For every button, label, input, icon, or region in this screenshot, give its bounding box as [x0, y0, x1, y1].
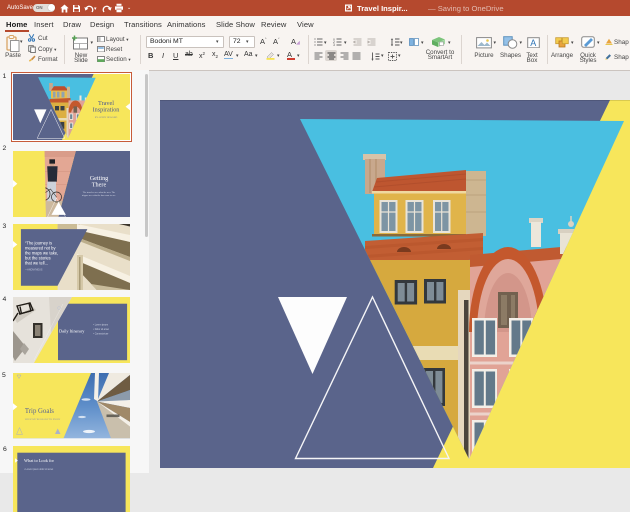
svg-text:• Dolor sit amet: • Dolor sit amet — [93, 328, 109, 331]
svg-text:• Lorem ipsum: • Lorem ipsum — [93, 324, 108, 327]
svg-text:Daily Itinerary: Daily Itinerary — [59, 329, 85, 334]
svg-text:There: There — [92, 182, 107, 189]
svg-text:• Lorem ipsum dolor sit amet: • Lorem ipsum dolor sit amet — [24, 468, 54, 471]
svg-text:What to Look for: What to Look for — [24, 458, 55, 463]
svg-text:Trip Goals: Trip Goals — [25, 408, 54, 415]
svg-text:• Consectetuer: • Consectetuer — [93, 333, 108, 336]
svg-text:3: 3 — [333, 43, 335, 46]
svg-text:BY AVERY HOWARD: BY AVERY HOWARD — [95, 116, 118, 119]
svg-text:Inspiration: Inspiration — [93, 106, 120, 113]
svg-text:that we tell...: that we tell... — [25, 260, 48, 265]
svg-text:The traveler sees what he sees: The traveler sees what he sees. The — [83, 192, 115, 194]
svg-text:—ANONYMOUS: —ANONYMOUS — [25, 268, 43, 271]
svg-text:tripper sees what he has come: tripper sees what he has come to see. — [82, 195, 116, 197]
svg-text:WHAT WE’RE READY TO ENJOY: WHAT WE’RE READY TO ENJOY — [25, 418, 61, 421]
svg-text:A: A — [530, 38, 536, 48]
